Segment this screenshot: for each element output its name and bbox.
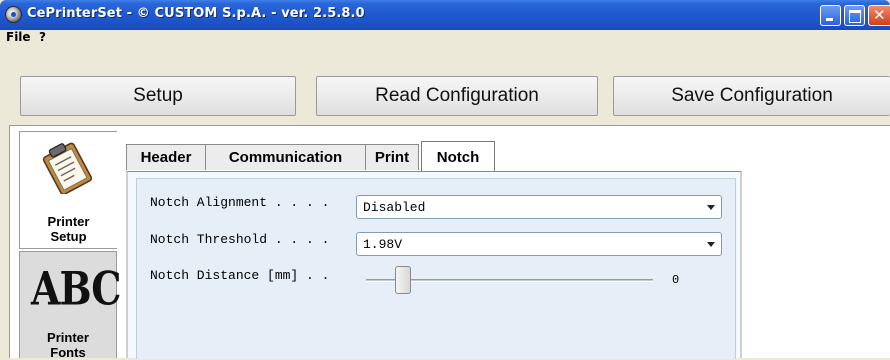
notch-alignment-select[interactable]: Disabled	[356, 195, 722, 219]
menu-help[interactable]: ?	[39, 30, 46, 44]
sidebar-label-setup: Printer Setup	[21, 214, 117, 244]
minimize-button[interactable]	[820, 5, 841, 26]
notch-alignment-label: Notch Alignment . . . .	[150, 195, 338, 210]
sidebar-label-line1: Printer	[47, 330, 89, 345]
save-configuration-button[interactable]: Save Configuration	[613, 76, 890, 116]
right-blank-area	[742, 171, 890, 358]
tab-communication[interactable]: Communication	[205, 144, 366, 170]
notch-threshold-label: Notch Threshold . . . .	[150, 232, 338, 247]
chevron-down-icon	[707, 205, 715, 210]
notch-threshold-select[interactable]: 1.98V	[356, 232, 722, 256]
sidebar-item-printer-setup[interactable]: Printer Setup	[19, 131, 117, 249]
sidebar-label-line2: Setup	[50, 229, 87, 244]
app-icon	[5, 6, 22, 23]
notch-alignment-value: Disabled	[363, 199, 426, 215]
notch-distance-label: Notch Distance [mm] . .	[150, 268, 338, 283]
abc-icon: ABC	[31, 261, 122, 316]
setup-button[interactable]: Setup	[20, 76, 296, 116]
notch-distance-slider-thumb[interactable]	[395, 266, 411, 294]
sidebar-label-line1: Printer	[47, 214, 90, 229]
tab-notch[interactable]: Notch	[421, 141, 495, 172]
notch-distance-value: 0	[672, 273, 680, 287]
close-button[interactable]	[868, 5, 890, 26]
chevron-down-icon	[707, 242, 715, 247]
title-bar[interactable]: CePrinterSet - © CUSTOM S.p.A. - ver. 2.…	[0, 0, 890, 30]
notch-threshold-value: 1.98V	[363, 236, 403, 252]
menu-bar: File ?	[0, 30, 890, 46]
read-configuration-button[interactable]: Read Configuration	[316, 76, 598, 116]
menu-file[interactable]: File	[6, 30, 31, 44]
sidebar-label-fonts: Printer Fonts	[20, 330, 116, 360]
clipboard-icon	[42, 142, 93, 194]
window-title: CePrinterSet - © CUSTOM S.p.A. - ver. 2.…	[27, 6, 365, 21]
maximize-button[interactable]	[844, 5, 865, 26]
tab-header[interactable]: Header	[126, 144, 206, 170]
tab-print[interactable]: Print	[365, 144, 419, 170]
sidebar-item-printer-fonts[interactable]: ABC Printer Fonts	[19, 251, 122, 360]
